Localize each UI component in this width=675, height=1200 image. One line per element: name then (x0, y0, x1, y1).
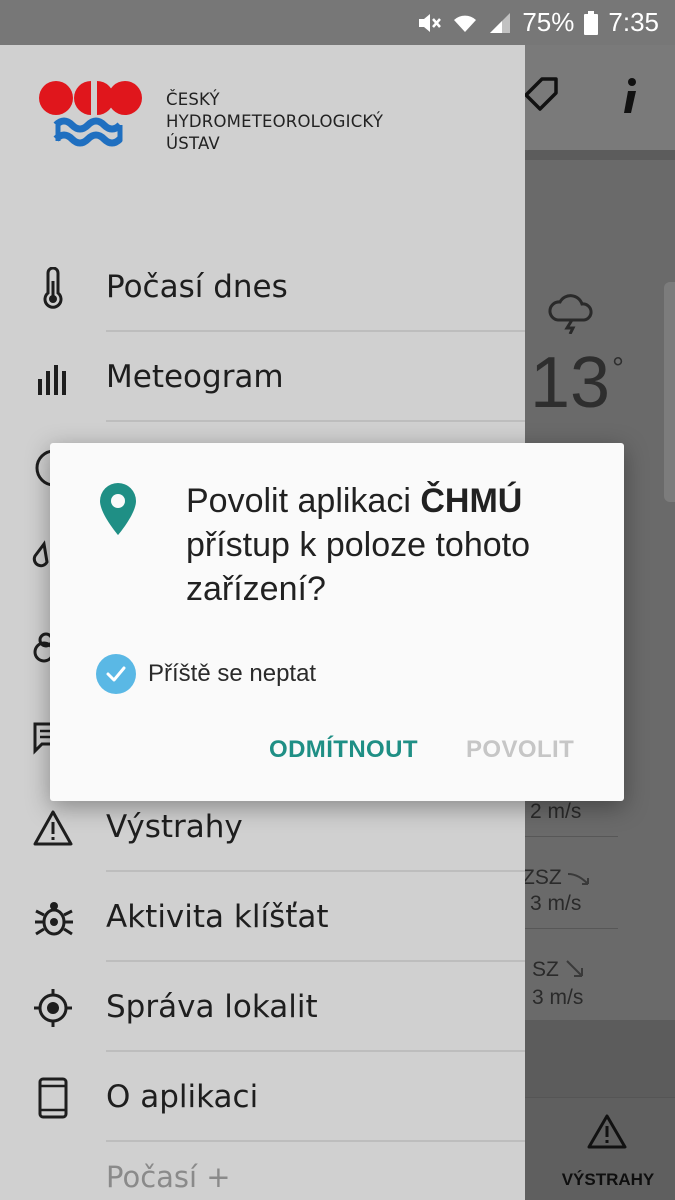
menu-divider (106, 1050, 525, 1052)
wind-speed-2: 3 m/s (530, 892, 582, 915)
location-permission-dialog: Povolit aplikaci ČHMÚ přístup k poloze t… (50, 443, 624, 801)
chmu-logo (39, 81, 142, 147)
wind-arrow-icon (567, 873, 589, 885)
drop-icon (32, 540, 49, 568)
menu-item-weather-today[interactable]: Počasí dnes (0, 243, 525, 333)
battery-icon (584, 10, 599, 35)
bar-chart-icon (38, 365, 66, 395)
menu-item-label: Počasí dnes (106, 269, 288, 305)
wind-direction-2: ZSZ (522, 866, 562, 889)
location-target-icon (34, 989, 72, 1027)
bottom-nav-warnings[interactable]: VÝSTRAHY (525, 1097, 675, 1200)
wind-arrow-icon (566, 960, 583, 977)
temperature-unit: ° (612, 352, 624, 385)
dont-ask-again-checkbox[interactable]: Příště se neptat (96, 654, 316, 694)
menu-section-weather-plus[interactable]: Počasí + (106, 1160, 231, 1194)
clock: 7:35 (608, 7, 659, 37)
wind-direction-3: SZ (532, 958, 559, 981)
tick-icon (35, 902, 73, 936)
wind-divider (520, 836, 618, 837)
mute-icon (419, 13, 442, 32)
menu-item-label: Výstrahy (106, 809, 243, 845)
menu-item-meteogram[interactable]: Meteogram (0, 333, 525, 423)
warning-icon (33, 810, 73, 846)
menu-item-label: O aplikaci (106, 1079, 259, 1115)
wind-speed-3: 3 m/s (532, 986, 584, 1009)
dialog-app-name: ČHMÚ (420, 482, 523, 520)
menu-divider (106, 1140, 525, 1142)
checkbox-checked-icon[interactable] (96, 654, 136, 694)
checkbox-label: Příště se neptat (148, 660, 317, 687)
location-pin-icon (100, 483, 136, 535)
menu-divider (106, 870, 525, 872)
battery-percent: 75% (522, 7, 575, 37)
allow-button[interactable]: POVOLIT (466, 736, 574, 764)
status-bar: 75% 7:35 (0, 0, 675, 45)
side-scroll-handle[interactable] (664, 282, 675, 502)
menu-item-label: Aktivita klíšťat (106, 899, 329, 935)
wifi-icon (454, 15, 477, 32)
wind-divider (520, 928, 618, 929)
menu-divider (106, 420, 525, 422)
snow-icon (33, 632, 52, 663)
menu-divider (106, 330, 525, 332)
phone-icon (38, 1077, 68, 1119)
warning-icon (587, 1114, 627, 1149)
menu-item-manage-locations[interactable]: Správa lokalit (0, 963, 525, 1053)
menu-item-about[interactable]: O aplikaci (0, 1053, 525, 1143)
menu-item-label: Meteogram (106, 359, 284, 395)
menu-item-tick-activity[interactable]: Aktivita klíšťat (0, 873, 525, 963)
storm-cloud-icon (548, 294, 593, 334)
thermometer-icon (43, 267, 63, 309)
deny-button[interactable]: ODMÍTNOUT (269, 736, 418, 764)
menu-divider (106, 960, 525, 962)
logo-wordmark: ČESKÝ HYDROMETEOROLOGICKÝ ÚSTAV (166, 90, 384, 153)
bottom-nav-label: VÝSTRAHY (561, 1170, 655, 1189)
signal-icon (490, 12, 511, 33)
menu-item-label: Správa lokalit (106, 989, 318, 1025)
info-icon[interactable] (616, 77, 642, 117)
temperature-value: 13 (530, 343, 611, 423)
wind-speed-1: 2 m/s (530, 800, 582, 823)
dialog-message: Povolit aplikaci ČHMÚ přístup k poloze t… (186, 482, 531, 608)
